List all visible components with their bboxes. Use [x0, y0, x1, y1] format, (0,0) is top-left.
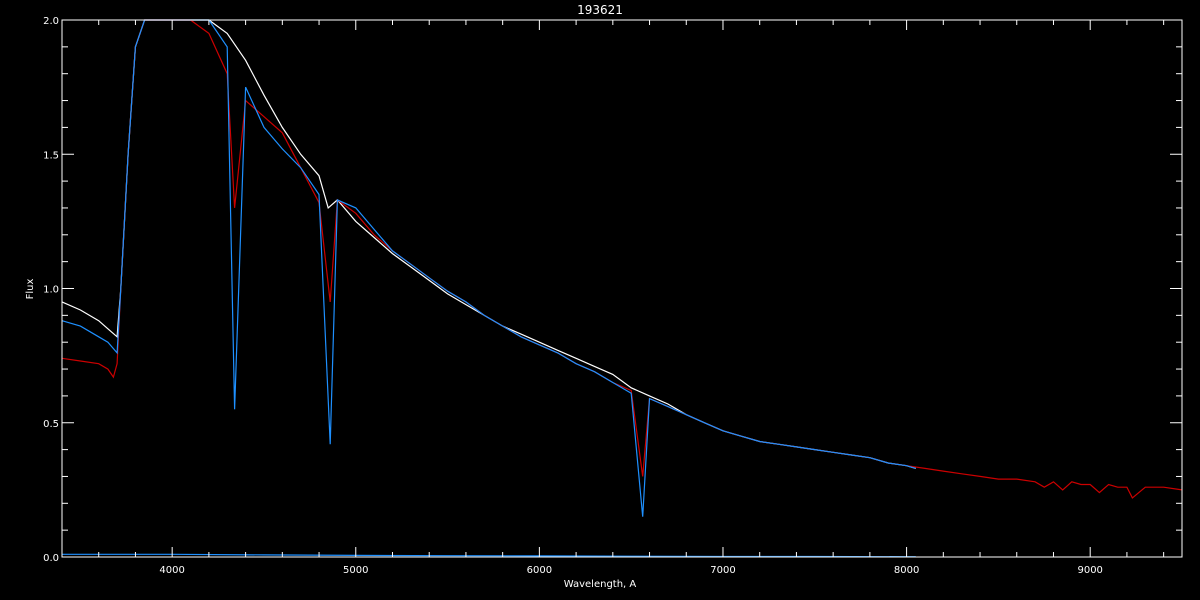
x-tick-label: 6000	[527, 565, 552, 576]
x-tick-label: 9000	[1077, 565, 1102, 576]
x-axis-label: Wavelength, A	[564, 579, 637, 590]
chart-background	[0, 0, 1200, 600]
y-axis-label: Flux	[25, 279, 36, 300]
y-tick-label: 0.5	[43, 419, 59, 430]
y-tick-label: 0.0	[43, 553, 59, 564]
x-tick-label: 8000	[894, 565, 919, 576]
x-tick-label: 4000	[159, 565, 184, 576]
chart-title: 193621	[577, 3, 623, 17]
x-tick-label: 7000	[710, 565, 735, 576]
x-tick-label: 5000	[343, 565, 368, 576]
y-tick-label: 1.0	[43, 285, 59, 296]
y-tick-label: 2.0	[43, 16, 59, 27]
spectrum-chart: 193621 4000 5000 6000 7000 8000 9000 0.0 0.5 1.…	[0, 0, 1200, 600]
y-tick-label: 1.5	[43, 150, 59, 161]
